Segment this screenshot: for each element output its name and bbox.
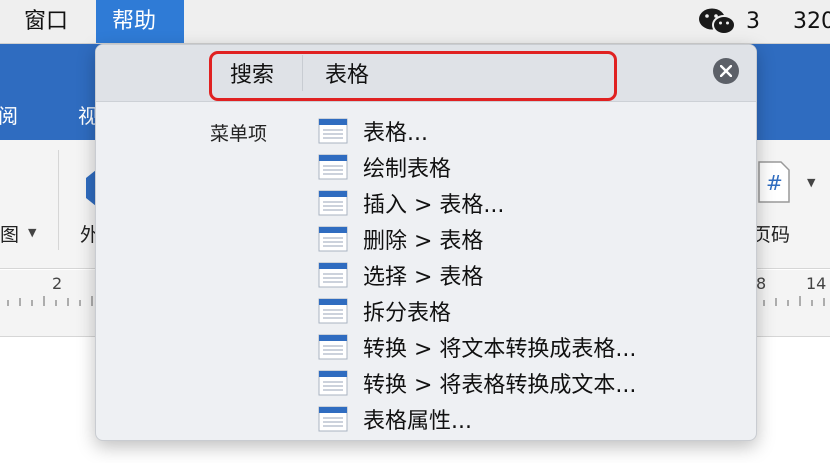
chevron-down-icon[interactable]: ▼ [28, 226, 36, 239]
result-item[interactable]: 绘制表格 [318, 149, 718, 185]
result-item[interactable]: 选择 > 表格 [318, 257, 718, 293]
search-row: 搜索 [96, 45, 756, 102]
svg-text:#: # [766, 171, 783, 195]
menu-item-icon [318, 262, 348, 288]
result-item[interactable]: 转换 > 将表格转换成文本... [318, 365, 718, 401]
result-item[interactable]: 插入 > 表格... [318, 185, 718, 221]
ruler-number: 14 [806, 274, 827, 293]
page-number-icon[interactable]: # [757, 160, 791, 204]
wechat-icon[interactable] [697, 7, 737, 37]
result-item[interactable]: 拆分表格 [318, 293, 718, 329]
menu-item-icon [318, 190, 348, 216]
tab-review[interactable]: 审阅 [0, 100, 18, 129]
clear-circle-icon [720, 65, 732, 77]
result-item[interactable]: 表格属性... [318, 401, 718, 437]
result-label: 删除 > 表格 [363, 229, 484, 254]
ruler-number: 8 [756, 274, 767, 293]
ribbon-label-page-number[interactable]: 页码 [752, 220, 790, 247]
result-label: 绘制表格 [363, 157, 452, 182]
help-search-popover: 搜索 菜单项 表格... 绘制表格 插入 > 表格... 删除 > 表格 [95, 44, 757, 441]
result-label: 插入 > 表格... [363, 193, 505, 218]
menu-item-icon [318, 298, 348, 324]
menu-item-icon [318, 226, 348, 252]
result-item[interactable]: 转换 > 将文本转换成表格... [318, 329, 718, 365]
menu-window[interactable]: 窗口 [8, 0, 84, 43]
menu-item-icon [318, 334, 348, 360]
menu-item-icon [318, 370, 348, 396]
section-label-menu-items: 菜单项 [210, 123, 268, 145]
result-label: 转换 > 将文本转换成表格... [363, 337, 637, 362]
search-input[interactable] [302, 55, 742, 91]
wechat-count: 3 [746, 9, 760, 34]
ribbon-label-tu[interactable]: 图 [0, 220, 19, 247]
menu-item-icon [318, 118, 348, 144]
result-item[interactable]: 表格... [318, 113, 718, 149]
menu-help[interactable]: 帮助 [96, 0, 184, 43]
menubar-clock: 320 [793, 9, 830, 34]
clear-search-button[interactable] [713, 58, 739, 84]
result-label: 选择 > 表格 [363, 265, 484, 290]
result-label: 表格... [363, 121, 428, 146]
chevron-down-icon[interactable]: ▼ [807, 176, 815, 189]
menu-bar: 窗口 帮助 3 320 [0, 0, 830, 44]
menu-item-icon [318, 154, 348, 180]
ribbon-divider [58, 150, 59, 250]
ruler-number: 2 [52, 274, 63, 293]
search-results-list: 表格... 绘制表格 插入 > 表格... 删除 > 表格 选择 > 表格 拆分… [318, 113, 718, 437]
result-label: 表格属性... [363, 409, 472, 434]
result-label: 转换 > 将表格转换成文本... [363, 373, 637, 398]
result-item[interactable]: 删除 > 表格 [318, 221, 718, 257]
result-label: 拆分表格 [363, 301, 452, 326]
search-label: 搜索 [230, 63, 275, 88]
menu-item-icon [318, 406, 348, 432]
